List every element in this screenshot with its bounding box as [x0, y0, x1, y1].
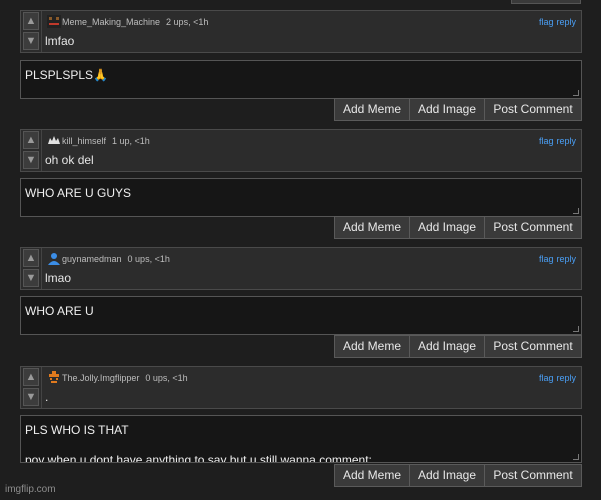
downvote-arrow-icon[interactable]: ▼	[23, 388, 39, 406]
comment-actions: flag reply	[539, 373, 576, 383]
flag-link[interactable]: flag	[539, 254, 554, 264]
reply-button-group: Add Meme Add Image Post Comment	[334, 464, 582, 487]
comment: ▲ ▼ guynamedman 0 ups, <1h flag reply lmao	[20, 247, 582, 290]
post-comment-button[interactable]: Post Comment	[485, 98, 582, 121]
reply-link[interactable]: reply	[556, 136, 576, 146]
vote-column: ▲ ▼	[21, 11, 42, 52]
post-comment-button[interactable]: Post Comment	[485, 464, 582, 487]
flag-link[interactable]: flag	[539, 17, 554, 27]
username[interactable]: kill_himself	[62, 136, 106, 146]
reply-button-group: Add Meme Add Image Post Comment	[334, 216, 582, 239]
upvote-arrow-icon[interactable]: ▲	[23, 368, 39, 386]
comment-meta: 0 ups, <1h	[127, 254, 170, 264]
add-image-button[interactable]: Add Image	[410, 98, 485, 121]
comment-text: lmfao	[45, 34, 75, 48]
add-meme-button[interactable]: Add Meme	[334, 216, 410, 239]
comment-meta: 1 up, <1h	[112, 136, 150, 146]
add-meme-button[interactable]: Add Meme	[334, 98, 410, 121]
reply-link[interactable]: reply	[556, 254, 576, 264]
comment-header: kill_himself 1 up, <1h	[62, 136, 150, 146]
add-meme-button[interactable]: Add Meme	[334, 464, 410, 487]
comment-header: Meme_Making_Machine 2 ups, <1h	[62, 17, 208, 27]
comment-text: lmao	[45, 271, 72, 285]
post-comment-button[interactable]: Post Comment	[485, 335, 582, 358]
watermark: imgflip.com	[5, 484, 56, 495]
downvote-arrow-icon[interactable]: ▼	[23, 269, 39, 287]
flag-link[interactable]: flag	[539, 373, 554, 383]
user-avatar-icon[interactable]	[47, 134, 61, 147]
downvote-arrow-icon[interactable]: ▼	[23, 151, 39, 169]
vote-column: ▲ ▼	[21, 367, 42, 408]
add-image-button[interactable]: Add Image	[410, 335, 485, 358]
reply-textarea[interactable]: WHO ARE U	[20, 296, 582, 335]
upvote-arrow-icon[interactable]: ▲	[23, 12, 39, 30]
username[interactable]: The.Jolly.Imgflipper	[62, 373, 139, 383]
reply-button-group: Add Meme Add Image Post Comment	[334, 98, 582, 121]
upvote-arrow-icon[interactable]: ▲	[23, 131, 39, 149]
reply-link[interactable]: reply	[556, 17, 576, 27]
username[interactable]: guynamedman	[62, 254, 122, 264]
user-avatar-icon[interactable]	[47, 15, 61, 28]
previous-post-button[interactable]	[511, 0, 581, 4]
reply-textarea[interactable]: PLS WHO IS THAT pov when u dont have any…	[20, 415, 582, 463]
vote-column: ▲ ▼	[21, 248, 42, 289]
user-avatar-icon[interactable]	[47, 252, 61, 265]
add-image-button[interactable]: Add Image	[410, 216, 485, 239]
username[interactable]: Meme_Making_Machine	[62, 17, 160, 27]
downvote-arrow-icon[interactable]: ▼	[23, 32, 39, 50]
post-comment-button[interactable]: Post Comment	[485, 216, 582, 239]
flag-link[interactable]: flag	[539, 136, 554, 146]
upvote-arrow-icon[interactable]: ▲	[23, 249, 39, 267]
comment-meta: 0 ups, <1h	[145, 373, 188, 383]
comment-meta: 2 ups, <1h	[166, 17, 209, 27]
reply-textarea[interactable]: WHO ARE U GUYS	[20, 178, 582, 217]
comment-text: oh ok del	[45, 153, 94, 167]
reply-button-group: Add Meme Add Image Post Comment	[334, 335, 582, 358]
comment: ▲ ▼ Meme_Making_Machine 2 ups, <1h flag re…	[20, 10, 582, 53]
comment-header: guynamedman 0 ups, <1h	[62, 254, 170, 264]
comment-actions: flag reply	[539, 136, 576, 146]
comment: ▲ ▼ The.Jolly.Imgflipper 0 ups, <1h flag r…	[20, 366, 582, 409]
vote-column: ▲ ▼	[21, 130, 42, 171]
comment-text: .	[45, 390, 49, 404]
reply-textarea[interactable]: PLSPLSPLS🙏	[20, 60, 582, 99]
reply-link[interactable]: reply	[556, 373, 576, 383]
comment-actions: flag reply	[539, 254, 576, 264]
comment-header: The.Jolly.Imgflipper 0 ups, <1h	[62, 373, 188, 383]
user-avatar-icon[interactable]	[47, 371, 61, 384]
comment: ▲ ▼ kill_himself 1 up, <1h flag reply oh o…	[20, 129, 582, 172]
add-meme-button[interactable]: Add Meme	[334, 335, 410, 358]
add-image-button[interactable]: Add Image	[410, 464, 485, 487]
comment-actions: flag reply	[539, 17, 576, 27]
